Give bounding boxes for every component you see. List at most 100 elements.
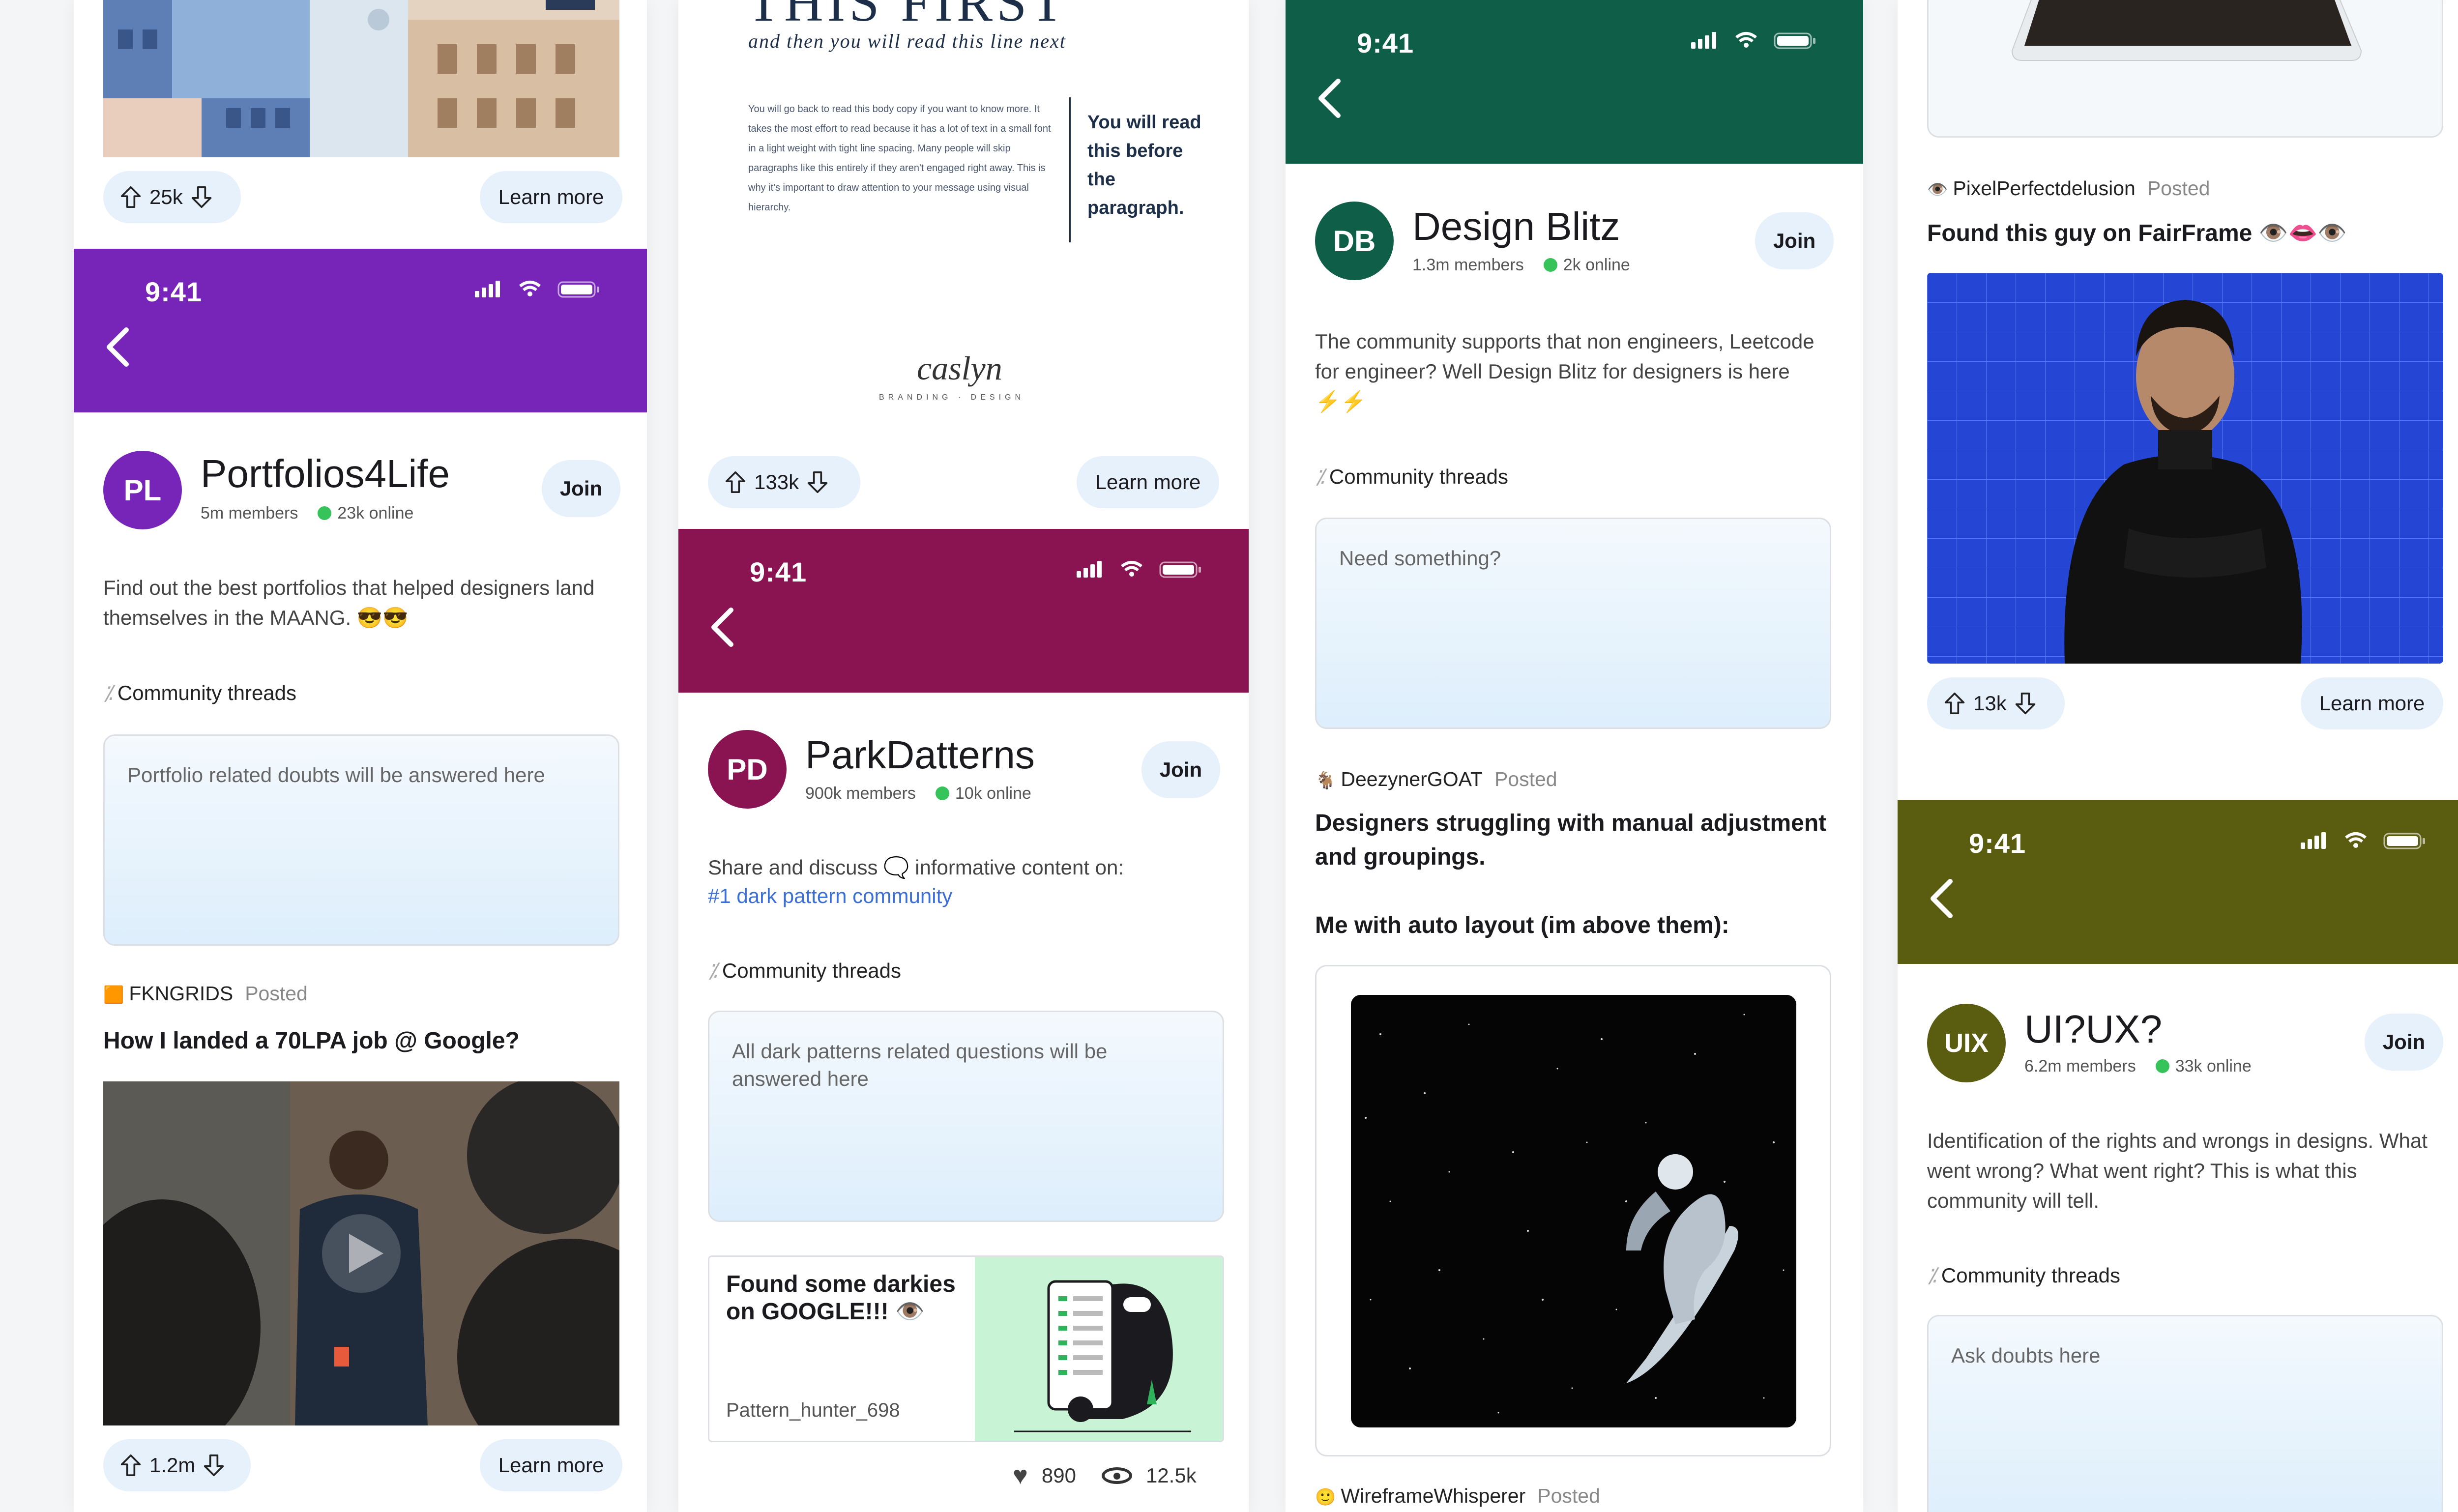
community-name: UI?UX? (2024, 1007, 2163, 1051)
community-name: ParkDatterns (805, 733, 1035, 777)
threads-text: Community threads (722, 959, 902, 982)
posted-label: Posted (245, 982, 308, 1005)
join-button[interactable]: Join (1141, 741, 1220, 798)
online-dot-icon (935, 786, 949, 800)
author-avatar-icon: 🙂 (1315, 1488, 1336, 1507)
community-threads-label: ⁒ Community threads (1927, 1263, 2120, 1287)
avatar: PL (103, 451, 182, 529)
community-threads-label: ⁒ Community threads (103, 681, 296, 705)
join-button[interactable]: Join (1755, 212, 1834, 269)
upvote-icon[interactable] (725, 470, 746, 494)
vote-control[interactable]: 13k (1927, 677, 2065, 729)
author-name: WireframeWhisperer (1341, 1484, 1526, 1507)
online-dot-icon (2155, 1059, 2169, 1073)
community-card-uiux: 👁️ PixelPerfectdelusion Posted Found this … (1898, 0, 2458, 1512)
author-name: PixelPerfectdelusion (1953, 177, 2136, 200)
play-icon[interactable] (312, 1214, 410, 1293)
thread-input[interactable]: All dark patterns related questions will… (708, 1011, 1224, 1222)
threads-text: Community threads (1329, 465, 1509, 488)
threads-text: Community threads (1941, 1264, 2121, 1287)
thread-input[interactable]: Portfolio related doubts will be answere… (103, 734, 619, 946)
status-icons (1077, 559, 1204, 579)
poster-logo: caslyn (917, 349, 1002, 387)
back-arrow-icon[interactable] (99, 325, 139, 369)
online-dot-icon (1543, 258, 1557, 272)
thread-input[interactable]: Ask doubts here (1927, 1315, 2443, 1512)
join-button[interactable]: Join (542, 460, 620, 517)
post-title[interactable]: Designers struggling with manual adjustm… (1315, 806, 1836, 874)
vote-count: 25k (149, 185, 183, 208)
silver-surfer-image (1351, 995, 1796, 1427)
community-stats: 1.3m members 2k online (1412, 256, 1630, 275)
status-icons (1691, 30, 1819, 50)
posted-label: Posted (2147, 177, 2210, 200)
avatar: DB (1315, 202, 1394, 280)
downvote-icon[interactable] (191, 185, 212, 209)
upvote-icon[interactable] (1944, 692, 1965, 715)
view-count: 12.5k (1145, 1464, 1197, 1487)
member-count: 900k members (805, 784, 916, 803)
downvote-icon[interactable] (807, 470, 828, 494)
poster-callout: You will read this before the paragraph. (1087, 112, 1201, 218)
member-count: 5m members (201, 504, 298, 523)
status-time: 9:41 (1357, 28, 1414, 58)
posted-label: Posted (1494, 768, 1557, 790)
community-stats: 6.2m members 33k online (2024, 1057, 2252, 1076)
downvote-icon[interactable] (2015, 692, 2036, 715)
threads-icon: ⁒ (1315, 465, 1324, 488)
member-count: 1.3m members (1412, 256, 1524, 274)
heart-icon[interactable]: ♥ (1013, 1461, 1028, 1490)
upvote-icon[interactable] (120, 1454, 142, 1477)
threads-icon: ⁒ (103, 681, 113, 704)
online-count: 2k online (1563, 256, 1630, 274)
learn-more-button[interactable]: Learn more (480, 171, 622, 223)
community-threads-label: ⁒ Community threads (1315, 465, 1508, 489)
poster-heading: and then you will read this line next (748, 30, 1066, 52)
post-subtitle: Me with auto layout (im above them): (1315, 912, 1729, 938)
vote-count: 13k (1973, 692, 2007, 715)
learn-more-button[interactable]: Learn more (1077, 456, 1219, 508)
vote-control[interactable]: 133k (708, 456, 860, 508)
online-count: 10k online (955, 784, 1031, 803)
video-thumbnail[interactable] (103, 1081, 619, 1425)
learn-more-button[interactable]: Learn more (480, 1439, 622, 1491)
post-card-author: Pattern_hunter_698 (726, 1399, 900, 1421)
vote-control[interactable]: 25k (103, 171, 241, 223)
poster-divider (1069, 97, 1071, 242)
community-card-portfolios4life: 25k Learn more 9:41 PL Portfolios4Life 5… (74, 0, 647, 1512)
thread-input[interactable]: Need something? (1315, 518, 1831, 729)
back-arrow-icon[interactable] (1923, 876, 1962, 921)
product-image (2011, 0, 2362, 61)
poster-body: You will go back to read this body copy … (748, 104, 1051, 213)
post-title[interactable]: Found this guy on FairFrame 👁️👄👁️ (1927, 216, 2448, 250)
post-title[interactable]: How I landed a 70LPA job @ Google? (103, 1024, 619, 1058)
join-button[interactable]: Join (2365, 1014, 2443, 1071)
post-card[interactable]: Found some darkies on GOOGLE!!! 👁️ Patte… (708, 1255, 1224, 1442)
upvote-icon[interactable] (120, 185, 142, 209)
like-count: 890 (1041, 1464, 1076, 1487)
description-link[interactable]: #1 dark pattern community (708, 882, 1224, 910)
post-card-title: Found some darkies on GOOGLE!!! 👁️ (726, 1271, 956, 1325)
community-threads-label: ⁒ Community threads (708, 959, 901, 983)
back-arrow-icon[interactable] (1311, 76, 1350, 120)
online-dot-icon (318, 506, 332, 520)
post-image-frame[interactable] (1315, 965, 1831, 1456)
vote-count: 1.2m (149, 1454, 196, 1477)
online-count: 23k online (337, 504, 414, 523)
back-arrow-icon[interactable] (704, 605, 743, 649)
status-header: 9:41 (678, 529, 1249, 693)
community-name: Design Blitz (1412, 204, 1620, 248)
vote-count: 133k (754, 470, 799, 494)
posted-label: Posted (1537, 1484, 1600, 1507)
status-header: 9:41 (1898, 800, 2458, 964)
vote-control[interactable]: 1.2m (103, 1439, 251, 1491)
city-illustration-image (103, 0, 619, 157)
downvote-icon[interactable] (203, 1454, 225, 1477)
status-time: 9:41 (145, 276, 203, 307)
author-avatar-icon: 👁️ (1927, 180, 1948, 199)
portrait-image[interactable] (1927, 273, 2443, 664)
community-name: Portfolios4Life (201, 452, 450, 495)
learn-more-button[interactable]: Learn more (2301, 677, 2443, 729)
post-author: 🟧 FKNGRIDS Posted (103, 982, 308, 1005)
avatar: UIX (1927, 1004, 2006, 1082)
